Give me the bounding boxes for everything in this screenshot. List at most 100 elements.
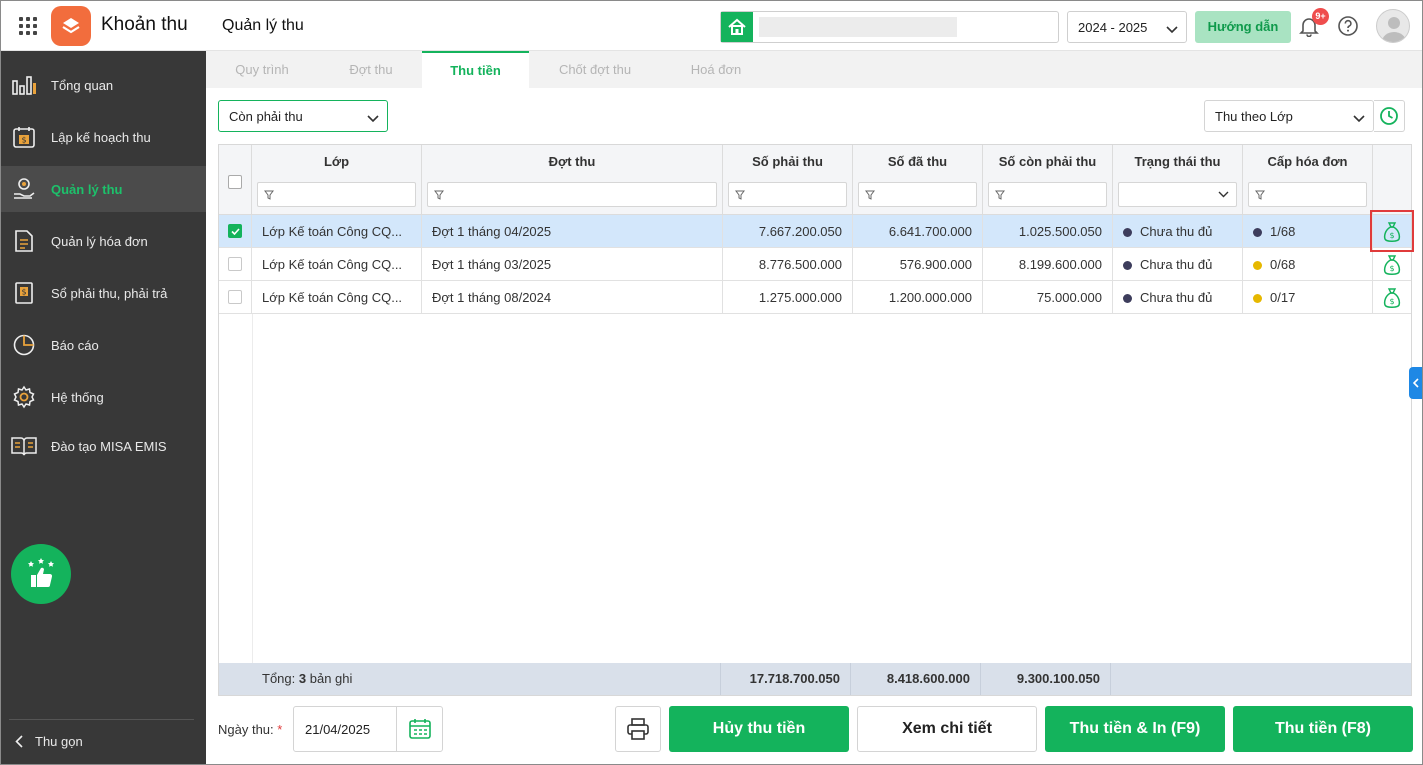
total-paid: 8.418.600.000 (851, 663, 981, 695)
app-grid-icon[interactable] (19, 17, 37, 35)
app-window: Khoản thu Quản lý thu 2024 - 2025 Hướng … (0, 0, 1423, 765)
tab-invoices[interactable]: Hoá đơn (661, 51, 771, 88)
collect-and-print-button[interactable]: Thu tiền & In (F9) (1045, 706, 1225, 752)
sidebar-item-training[interactable]: Đào tạo MISA EMIS (1, 423, 206, 469)
status-text: Chưa thu đủ (1140, 290, 1213, 305)
print-button[interactable] (615, 706, 661, 752)
tab-bar: Quy trình Đợt thu Thu tiền Chốt đợt thu … (206, 51, 1422, 88)
collapse-label: Thu gọn (35, 734, 83, 749)
remaining-filter-input[interactable] (988, 182, 1107, 207)
table-row[interactable]: Lớp Kế toán Công CQ... Đợt 1 tháng 04/20… (219, 215, 1411, 248)
school-selector[interactable] (720, 11, 1059, 43)
class-filter-input[interactable] (257, 182, 416, 207)
tab-collect-money[interactable]: Thu tiền (422, 51, 529, 88)
sidebar-item-revenue-management[interactable]: Quản lý thu (1, 166, 206, 212)
total-due: 17.718.700.050 (721, 663, 851, 695)
sidebar-item-label: Sổ phải thu, phải trả (51, 285, 168, 301)
collect-money-bag-icon[interactable]: $ (1373, 281, 1411, 314)
sidebar-item-planning[interactable]: $ Lập kế hoạch thu (1, 114, 206, 160)
notification-badge: 9+ (1312, 8, 1329, 25)
page-title: Quản lý thu (222, 17, 304, 34)
guide-button[interactable]: Hướng dẫn (1195, 11, 1291, 43)
status-filter-select[interactable] (1118, 182, 1237, 207)
status-text: Chưa thu đủ (1140, 257, 1213, 272)
column-header-class: Lớp (252, 145, 422, 215)
collect-button[interactable]: Thu tiền (F8) (1233, 706, 1413, 752)
collection-status-select[interactable]: Còn phải thu (218, 100, 388, 132)
filter-icon (264, 190, 274, 200)
column-title: Cấp hóa đơn (1267, 154, 1348, 169)
column-title: Lớp (323, 154, 350, 169)
column-header-due: Số phải thu (723, 145, 853, 215)
column-header-invoice: Cấp hóa đơn (1243, 145, 1373, 215)
row-select-cell (219, 215, 252, 248)
checkmark-icon (231, 228, 240, 235)
view-detail-button[interactable]: Xem chi tiết (857, 706, 1037, 752)
column-title: Đợt thu (548, 154, 596, 169)
filter-icon (995, 190, 1005, 200)
class-cell: Lớp Kế toán Công CQ... (252, 248, 422, 281)
totals-suffix: bản ghi (309, 671, 353, 686)
sidebar-item-reports[interactable]: Báo cáo (1, 322, 206, 368)
totals-label: Tổng: 3 bản ghi (252, 663, 721, 695)
top-bar: Khoản thu Quản lý thu 2024 - 2025 Hướng … (1, 1, 1422, 51)
history-button[interactable] (1374, 100, 1405, 132)
row-checkbox[interactable] (228, 290, 242, 304)
tab-collection-periods[interactable]: Đợt thu (318, 51, 424, 88)
collection-status-value: Còn phải thu (229, 109, 303, 124)
paid-cell: 1.200.000.000 (853, 281, 983, 314)
due-filter-input[interactable] (728, 182, 847, 207)
cancel-collection-button[interactable]: Hủy thu tiền (669, 706, 849, 752)
period-cell: Đợt 1 tháng 03/2025 (422, 248, 723, 281)
due-cell: 1.275.000.000 (723, 281, 853, 314)
sidebar-item-overview[interactable]: Tổng quan (1, 62, 206, 108)
sidebar-item-ledger[interactable]: $ Sổ phải thu, phải trả (1, 270, 206, 316)
collection-date-field[interactable]: 21/04/2025 (293, 706, 443, 752)
table-row[interactable]: Lớp Kế toán Công CQ... Đợt 1 tháng 08/20… (219, 281, 1411, 314)
feedback-button[interactable] (11, 544, 71, 604)
sidebar-item-invoices[interactable]: Quản lý hóa đơn (1, 218, 206, 264)
help-icon[interactable] (1337, 15, 1359, 40)
tab-close-period[interactable]: Chốt đợt thu (529, 51, 661, 88)
calendar-icon[interactable] (396, 707, 442, 751)
table-row[interactable]: Lớp Kế toán Công CQ... Đợt 1 tháng 03/20… (219, 248, 1411, 281)
collect-money-bag-icon[interactable]: $ (1373, 248, 1411, 281)
avatar[interactable] (1376, 9, 1410, 43)
school-year-select[interactable]: 2024 - 2025 (1067, 11, 1187, 43)
row-checkbox[interactable] (228, 224, 242, 238)
column-header-status: Trạng thái thu (1113, 145, 1243, 215)
sidebar-item-system[interactable]: Hệ thống (1, 374, 206, 420)
status-cell: Chưa thu đủ (1113, 215, 1243, 248)
side-panel-toggle[interactable] (1409, 367, 1422, 399)
clock-icon (1380, 107, 1398, 125)
period-filter-input[interactable] (427, 182, 717, 207)
collect-mode-select[interactable]: Thu theo Lớp (1204, 100, 1374, 132)
collection-date-label: Ngày thu: * (218, 722, 282, 737)
totals-count: 3 (298, 671, 307, 686)
select-all-header (219, 145, 252, 215)
select-all-checkbox[interactable] (228, 175, 242, 189)
bar-chart-icon (11, 72, 37, 98)
row-select-cell (219, 281, 252, 314)
highlight-box (1370, 210, 1414, 252)
school-year-value: 2024 - 2025 (1078, 20, 1148, 35)
collapse-sidebar-button[interactable]: Thu gọn (9, 719, 194, 749)
tab-process[interactable]: Quy trình (206, 51, 318, 88)
pie-chart-icon (11, 332, 37, 358)
column-title: Số phải thu (752, 154, 823, 169)
column-divider (252, 314, 253, 663)
chevron-down-icon (1166, 22, 1178, 37)
paid-filter-input[interactable] (858, 182, 977, 207)
totals-row: Tổng: 3 bản ghi 17.718.700.050 8.418.600… (219, 663, 1411, 695)
printer-icon (627, 718, 649, 740)
chevron-down-icon (367, 111, 379, 126)
paid-cell: 576.900.000 (853, 248, 983, 281)
period-cell: Đợt 1 tháng 08/2024 (422, 281, 723, 314)
sidebar-item-label: Tổng quan (51, 77, 114, 93)
status-dot (1123, 261, 1132, 270)
status-cell: Chưa thu đủ (1113, 248, 1243, 281)
filter-icon (434, 190, 444, 200)
invoice-filter-input[interactable] (1248, 182, 1367, 207)
row-checkbox[interactable] (228, 257, 242, 271)
collection-date-value[interactable]: 21/04/2025 (305, 722, 370, 737)
